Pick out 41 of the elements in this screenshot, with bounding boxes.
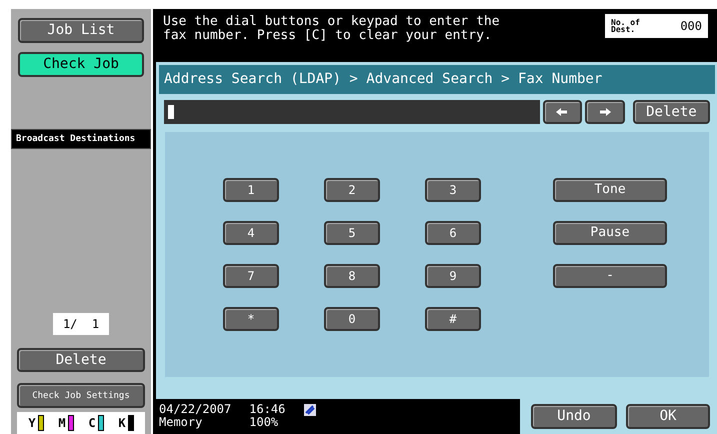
toner-label: Y	[28, 415, 36, 432]
memory-label: Memory	[159, 416, 204, 429]
delete-job-button[interactable]: Delete	[17, 348, 145, 372]
keypad-key[interactable]: 0	[324, 307, 380, 331]
toner-label: C	[88, 415, 96, 432]
undo-button[interactable]: Undo	[531, 404, 617, 429]
keypad-key[interactable]: 2	[324, 178, 380, 202]
toner-label: K	[118, 415, 126, 432]
instruction-message: Use the dial buttons or keypad to enter the fax number. Press [C] to clear your entry.	[163, 15, 501, 43]
delete-button[interactable]: Delete	[632, 100, 710, 124]
keypad-key[interactable]: 1	[223, 178, 279, 202]
destination-label: No. of Dest.	[611, 19, 641, 33]
keypad-key[interactable]: 3	[425, 178, 481, 202]
function-key[interactable]: -	[553, 264, 667, 288]
keypad-key[interactable]: 5	[324, 221, 380, 245]
breadcrumb: Address Search (LDAP) > Advanced Search > Fax Number	[159, 65, 715, 94]
keypad-key[interactable]: 4	[223, 221, 279, 245]
check-job-settings-button[interactable]: Check Job Settings	[17, 383, 145, 408]
destination-count: 000	[680, 18, 702, 35]
function-key[interactable]: Tone	[553, 178, 667, 202]
keypad-key[interactable]: 6	[425, 221, 481, 245]
keypad-key[interactable]: *	[223, 307, 279, 331]
text-cursor	[168, 105, 174, 119]
keypad-key[interactable]: 8	[324, 264, 380, 288]
keypad-key[interactable]: 9	[425, 264, 481, 288]
memory-value: 100%	[249, 416, 280, 429]
date-text: 04/22/2007	[159, 403, 232, 416]
fax-number-field[interactable]	[164, 100, 540, 124]
time-text: 16:46	[249, 403, 286, 416]
page-counter: 1/ 1	[53, 313, 109, 335]
left-arrow-button[interactable]	[542, 100, 582, 124]
ok-button[interactable]: OK	[626, 404, 710, 429]
keypad-key[interactable]: 7	[223, 264, 279, 288]
right-arrow-button[interactable]	[585, 100, 625, 124]
toner-label: M	[58, 415, 66, 432]
function-key[interactable]: Pause	[553, 221, 667, 245]
job-list-button[interactable]: Job List	[18, 18, 144, 43]
right-arrow-icon	[597, 106, 614, 118]
keypad-key[interactable]: #	[425, 307, 481, 331]
check-job-button[interactable]: Check Job	[18, 52, 144, 77]
section-header: Broadcast Destinations	[11, 129, 151, 149]
